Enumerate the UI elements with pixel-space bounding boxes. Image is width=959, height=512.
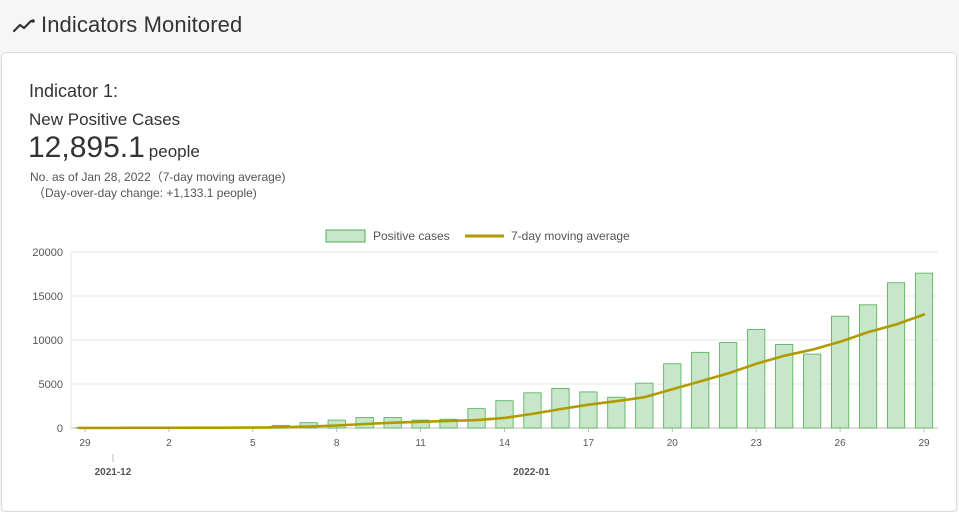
bar-positive-cases bbox=[914, 272, 934, 429]
bar-positive-cases bbox=[719, 342, 738, 429]
bar-positive-cases bbox=[859, 304, 878, 429]
x-tick-label: 20 bbox=[667, 438, 679, 449]
y-tick-label: 20000 bbox=[32, 247, 63, 259]
x-tick-label: 17 bbox=[583, 438, 595, 449]
x-tick-label: 29 bbox=[918, 438, 930, 449]
y-tick-label: 5000 bbox=[39, 379, 63, 391]
x-tick-label: 14 bbox=[499, 438, 511, 449]
y-tick-label: 0 bbox=[57, 423, 63, 435]
bar-positive-cases bbox=[831, 315, 850, 429]
y-tick-label: 15000 bbox=[32, 291, 63, 303]
x-tick-label: 23 bbox=[751, 438, 763, 449]
bar-positive-cases bbox=[691, 351, 710, 429]
positive-cases-chart: 2000015000100005000029258111417202326291… bbox=[32, 229, 938, 478]
x-tick-label: 8 bbox=[334, 438, 340, 449]
month-label: 2021-12 bbox=[95, 467, 132, 478]
x-tick-label: 5 bbox=[250, 438, 256, 449]
month-label: 2022-01 bbox=[513, 467, 550, 478]
bar-positive-cases bbox=[635, 382, 654, 429]
x-tick-label: 29 bbox=[79, 438, 91, 449]
bar-positive-cases bbox=[523, 392, 542, 429]
bar-positive-cases bbox=[803, 353, 822, 429]
legend-label-7-day-average: 7-day moving average bbox=[511, 229, 630, 243]
bar-positive-cases bbox=[579, 391, 598, 429]
legend-swatch-positive-cases bbox=[325, 229, 366, 243]
bar-positive-cases bbox=[495, 400, 514, 429]
x-tick-label: 11 bbox=[415, 438, 426, 449]
x-tick-label: 2 bbox=[166, 438, 172, 449]
x-tick-label: 26 bbox=[835, 438, 847, 449]
bar-positive-cases bbox=[747, 329, 766, 429]
legend-label-positive-cases: Positive cases bbox=[373, 229, 450, 243]
bar-positive-cases bbox=[663, 363, 682, 429]
y-tick-label: 10000 bbox=[32, 335, 63, 347]
bar-positive-cases bbox=[886, 282, 906, 429]
